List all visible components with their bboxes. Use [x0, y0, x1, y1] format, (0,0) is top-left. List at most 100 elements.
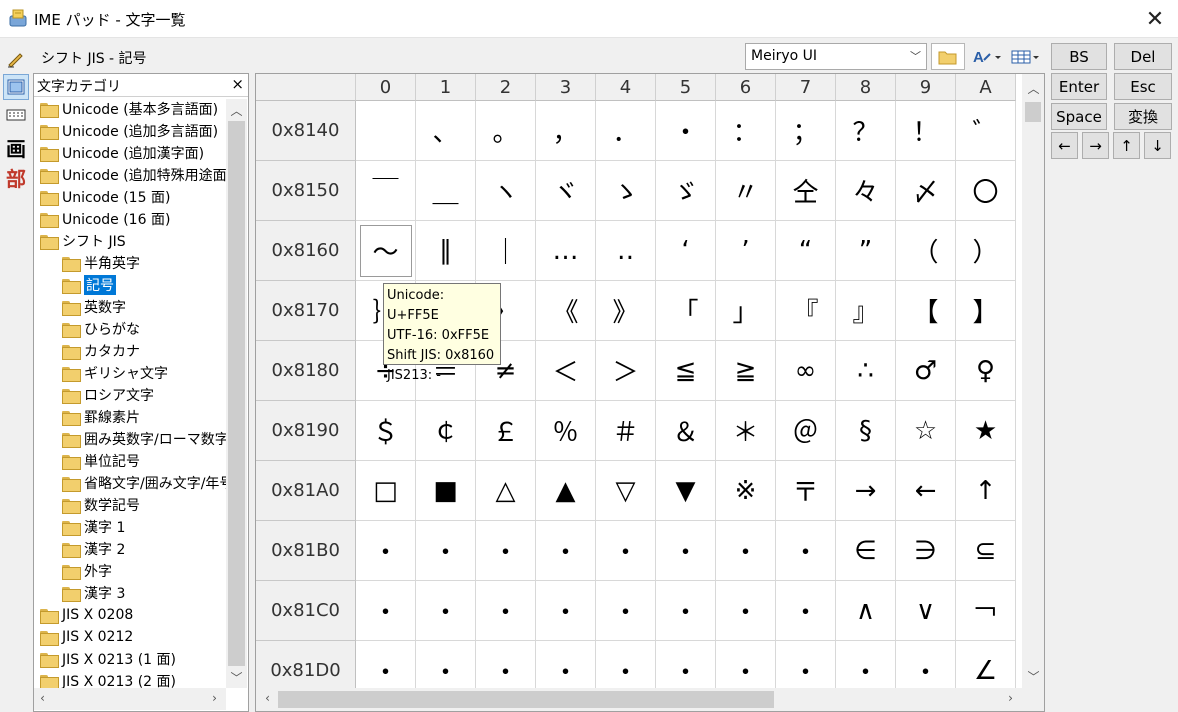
char-cell[interactable]: ↑ [956, 461, 1016, 521]
arrow-down-key[interactable]: ↓ [1144, 132, 1171, 159]
char-cell[interactable]: ・ [656, 521, 716, 581]
char-cell[interactable]: ・ [656, 581, 716, 641]
char-cell[interactable]: ∴ [836, 341, 896, 401]
tree-item[interactable]: Unicode (追加漢字面) [40, 143, 204, 163]
char-cell[interactable]: ， [536, 101, 596, 161]
char-cell[interactable]: 、 [416, 101, 476, 161]
char-cell[interactable]: ・ [716, 581, 776, 641]
tree-item[interactable]: JIS X 0212 [40, 627, 133, 647]
char-cell[interactable]: ％ [536, 401, 596, 461]
char-cell[interactable]: ＞ [596, 341, 656, 401]
close-button[interactable]: ✕ [1132, 0, 1178, 38]
grid-vertical-scrollbar[interactable]: ︿ ﹀ [1022, 74, 1044, 688]
char-cell[interactable]: ・ [716, 641, 776, 688]
char-cell[interactable]: ・ [656, 101, 716, 161]
tree-item[interactable]: Unicode (基本多言語面) [40, 99, 218, 119]
tree-item[interactable]: ロシア文字 [62, 385, 154, 405]
char-cell[interactable]: ‥ [596, 221, 656, 281]
tree-item[interactable]: JIS X 0208 [40, 605, 133, 625]
tree-item[interactable]: Unicode (15 面) [40, 187, 170, 207]
grid-horizontal-scrollbar[interactable]: ‹ › [256, 688, 1022, 711]
char-list-mode-button[interactable] [3, 74, 29, 100]
tree-item[interactable]: Unicode (16 面) [40, 209, 170, 229]
arrow-left-key[interactable]: ← [1051, 132, 1078, 159]
char-cell[interactable]: ￣ [356, 161, 416, 221]
tree-item[interactable]: JIS X 0213 (1 面) [40, 649, 176, 669]
char-cell[interactable]: ・ [776, 641, 836, 688]
char-cell[interactable]: □ [356, 461, 416, 521]
char-cell[interactable]: ヽ [476, 161, 536, 221]
handwriting-mode-button[interactable] [3, 46, 29, 72]
scroll-thumb[interactable] [1025, 102, 1041, 122]
tree-item[interactable]: JIS X 0213 (2 面) [40, 671, 176, 688]
char-cell[interactable]: ▼ [656, 461, 716, 521]
char-cell[interactable]: ． [596, 101, 656, 161]
char-cell[interactable]: ≧ [716, 341, 776, 401]
char-cell[interactable]: ∋ [896, 521, 956, 581]
tree-item[interactable]: 漢字 3 [62, 583, 125, 603]
char-cell[interactable]: ※ [716, 461, 776, 521]
char-cell[interactable]: ＆ [656, 401, 716, 461]
char-cell[interactable]: ▽ [596, 461, 656, 521]
tree-item[interactable]: 省略文字/囲み文字/年号 [62, 473, 226, 493]
char-cell[interactable]: ゛ [956, 101, 1016, 161]
tree-item[interactable]: 罫線素片 [62, 407, 140, 427]
char-cell[interactable]: 〆 [896, 161, 956, 221]
char-cell[interactable]: 【 [896, 281, 956, 341]
char-cell[interactable]: ・ [536, 641, 596, 688]
close-icon[interactable]: × [231, 75, 244, 93]
char-cell[interactable]: ： [716, 101, 776, 161]
radical-mode-button[interactable]: 部 [3, 164, 29, 191]
char-cell[interactable]: 〃 [716, 161, 776, 221]
font-folder-button[interactable] [931, 43, 965, 70]
char-cell[interactable]: ？ [836, 101, 896, 161]
scroll-left-icon[interactable]: ‹ [259, 691, 276, 705]
char-cell[interactable]: ・ [416, 641, 476, 688]
char-cell[interactable]: ・ [596, 521, 656, 581]
char-cell[interactable]: 《 [536, 281, 596, 341]
char-cell[interactable]: “ [776, 221, 836, 281]
char-cell[interactable]: 々 [836, 161, 896, 221]
char-cell[interactable]: ∞ [776, 341, 836, 401]
char-cell[interactable]: ・ [476, 521, 536, 581]
space-key[interactable]: Space [1051, 103, 1107, 130]
category-horizontal-scrollbar[interactable]: ‹ › [34, 688, 226, 710]
view-options-button[interactable] [1009, 43, 1043, 70]
tree-item[interactable]: 漢字 1 [62, 517, 125, 537]
char-cell[interactable]: ・ [536, 581, 596, 641]
char-cell[interactable]: ∠ [956, 641, 1016, 688]
char-cell[interactable]: ＠ [776, 401, 836, 461]
char-cell[interactable]: ゞ [656, 161, 716, 221]
char-cell[interactable]: ； [776, 101, 836, 161]
char-cell[interactable]: 。 [476, 101, 536, 161]
tree-item[interactable]: ギリシャ文字 [62, 363, 168, 383]
char-cell[interactable] [356, 101, 416, 161]
bs-key[interactable]: BS [1051, 43, 1107, 70]
char-cell[interactable]: 〒 [776, 461, 836, 521]
char-cell[interactable]: ｜ [476, 221, 536, 281]
tree-item[interactable]: 記号 [62, 275, 116, 295]
char-cell[interactable]: ・ [356, 521, 416, 581]
tree-item[interactable]: 単位記号 [62, 451, 140, 471]
tree-item[interactable]: シフト JIS [40, 231, 126, 251]
char-cell[interactable]: ” [836, 221, 896, 281]
char-cell[interactable]: △ [476, 461, 536, 521]
tree-item[interactable]: 囲み英数字/ローマ数字 [62, 429, 226, 449]
char-cell[interactable]: 『 [776, 281, 836, 341]
char-cell[interactable]: ⊆ [956, 521, 1016, 581]
convert-key[interactable]: 変換 [1114, 103, 1172, 130]
scroll-left-icon[interactable]: ‹ [34, 691, 51, 705]
char-cell[interactable]: ＃ [596, 401, 656, 461]
enter-key[interactable]: Enter [1051, 73, 1107, 100]
char-cell[interactable]: ■ [416, 461, 476, 521]
tree-item[interactable]: カタカナ [62, 341, 140, 361]
arrow-up-key[interactable]: ↑ [1113, 132, 1140, 159]
scroll-down-icon[interactable]: ﹀ [1025, 668, 1042, 685]
char-cell[interactable]: ∈ [836, 521, 896, 581]
char-cell[interactable]: ∧ [836, 581, 896, 641]
char-cell[interactable]: ・ [776, 521, 836, 581]
font-select[interactable]: Meiryo UI ﹀ [745, 43, 927, 70]
esc-key[interactable]: Esc [1114, 73, 1172, 100]
char-cell[interactable]: ゝ [596, 161, 656, 221]
char-cell[interactable]: ヾ [536, 161, 596, 221]
